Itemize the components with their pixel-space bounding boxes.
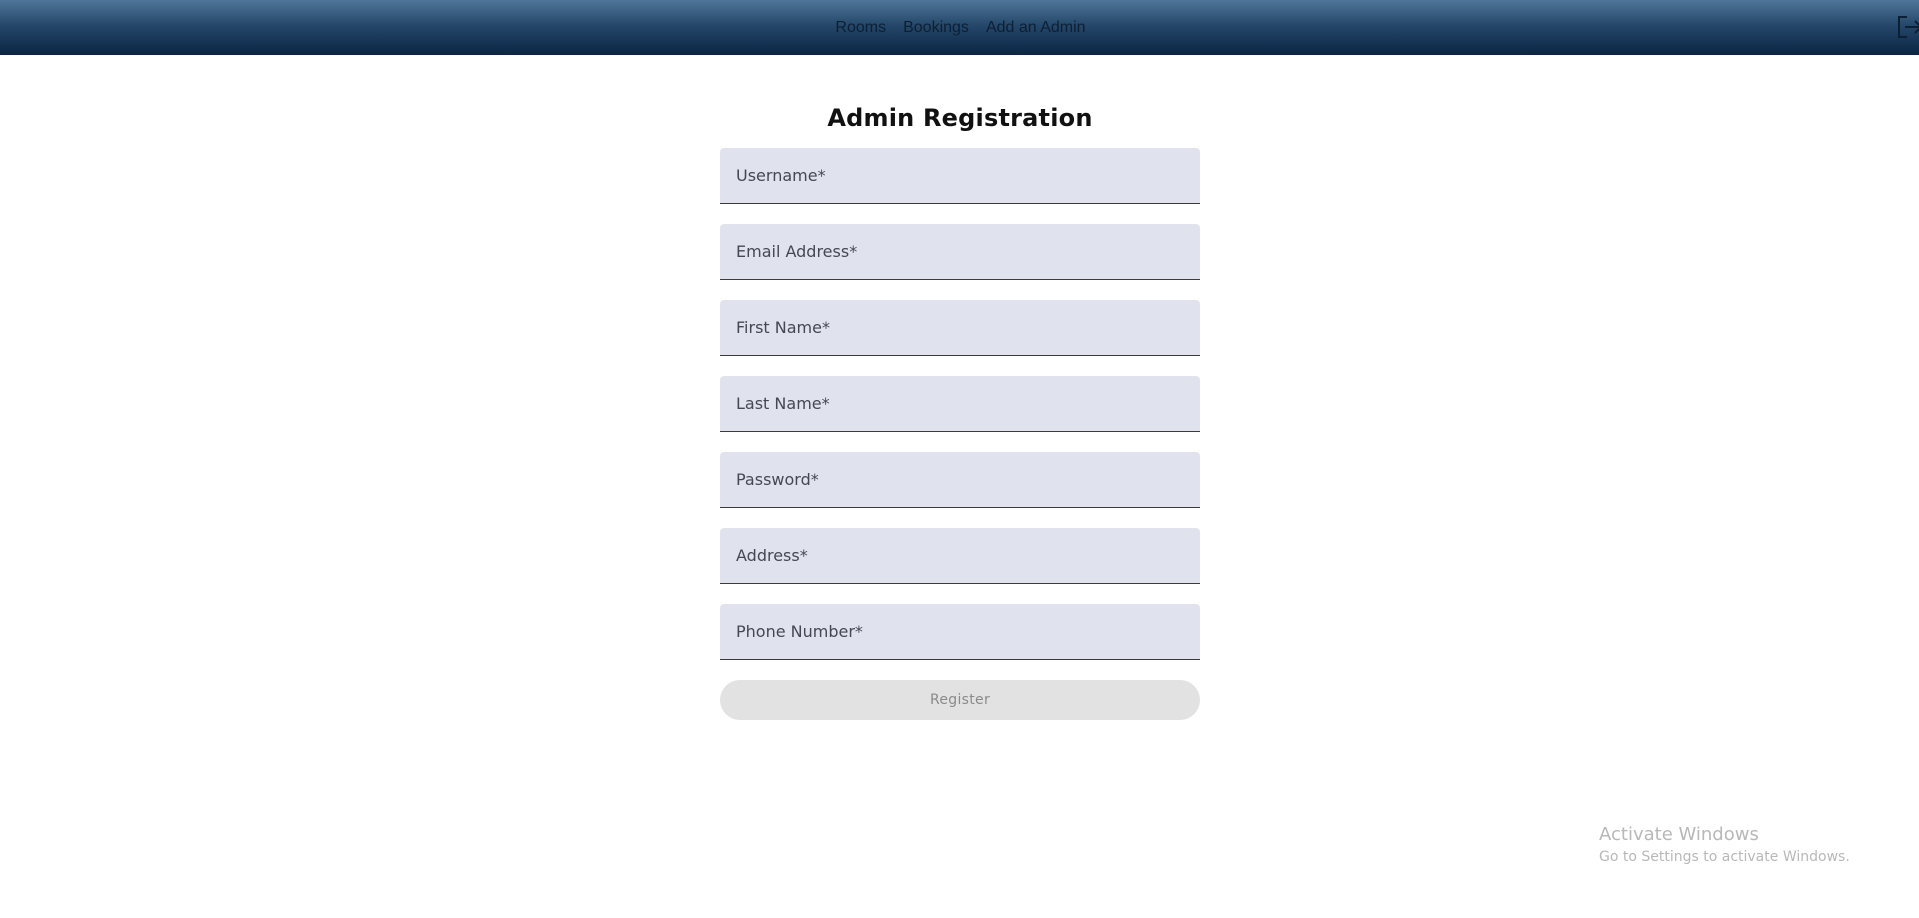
password-input[interactable]	[720, 452, 1200, 507]
last-name-input[interactable]	[720, 376, 1200, 431]
first-name-field-container	[720, 300, 1200, 356]
phone-field-container	[720, 604, 1200, 660]
page-title: Admin Registration	[827, 104, 1093, 132]
email-field-container	[720, 224, 1200, 280]
email-input[interactable]	[720, 224, 1200, 279]
last-name-field-container	[720, 376, 1200, 432]
registration-form: Admin Registration Register	[720, 100, 1200, 720]
address-field-container	[720, 528, 1200, 584]
nav-link-bookings[interactable]: Bookings	[903, 19, 969, 37]
username-input[interactable]	[720, 148, 1200, 203]
register-button[interactable]: Register	[720, 680, 1200, 720]
windows-activation-watermark: Activate Windows Go to Settings to activ…	[1599, 824, 1850, 865]
logout-button[interactable]	[1895, 14, 1919, 40]
watermark-title: Activate Windows	[1599, 824, 1759, 845]
username-field-container	[720, 148, 1200, 204]
first-name-input[interactable]	[720, 300, 1200, 355]
nav-links: Rooms Bookings Add an Admin	[835, 19, 1085, 37]
phone-number-input[interactable]	[720, 604, 1200, 659]
top-navbar: Rooms Bookings Add an Admin	[0, 0, 1919, 55]
password-field-container	[720, 452, 1200, 508]
address-input[interactable]	[720, 528, 1200, 583]
watermark-subtitle: Go to Settings to activate Windows.	[1599, 849, 1850, 865]
logout-icon	[1898, 16, 1919, 38]
nav-link-rooms[interactable]: Rooms	[835, 19, 886, 37]
nav-link-add-admin[interactable]: Add an Admin	[986, 19, 1086, 37]
